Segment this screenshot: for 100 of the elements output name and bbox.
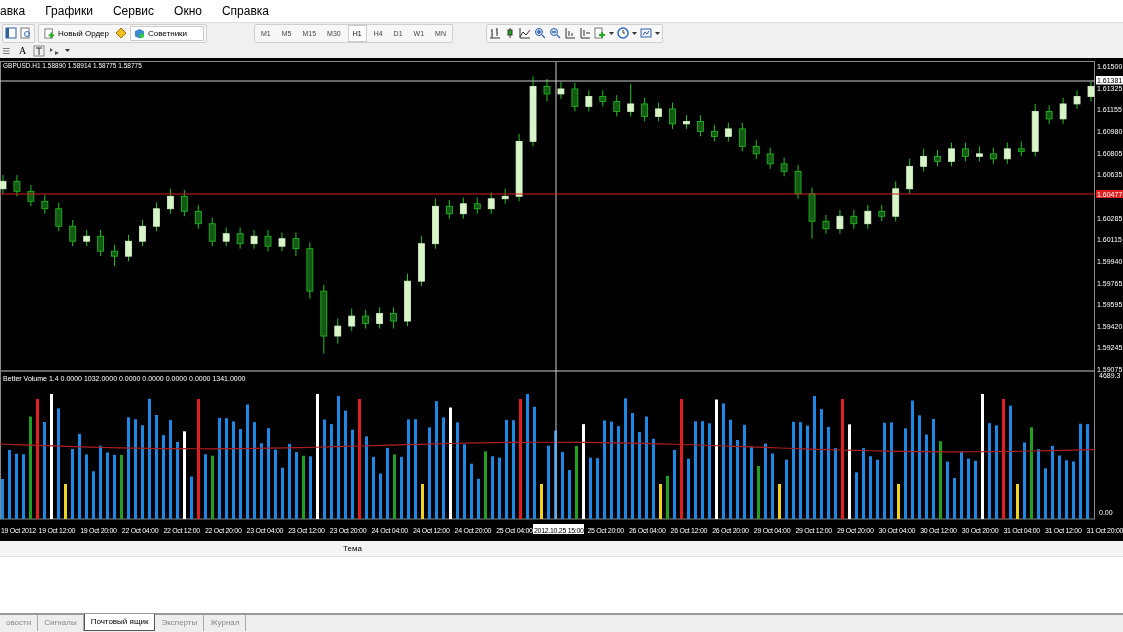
candle bbox=[27, 184, 35, 207]
warning-diamond-icon[interactable] bbox=[115, 27, 127, 39]
candle bbox=[501, 188, 509, 205]
candle bbox=[989, 147, 997, 165]
window-icon[interactable] bbox=[5, 27, 17, 39]
candle bbox=[236, 227, 244, 250]
candle bbox=[752, 139, 760, 160]
candle bbox=[404, 273, 411, 327]
candle bbox=[697, 114, 704, 137]
candle bbox=[766, 147, 774, 170]
candle bbox=[627, 83, 635, 117]
candle bbox=[1045, 104, 1053, 125]
terminal-tab[interactable]: Почтовый ящик bbox=[83, 614, 156, 631]
candle bbox=[250, 229, 258, 250]
candle bbox=[585, 89, 593, 112]
candle bbox=[613, 94, 621, 117]
candle bbox=[599, 89, 607, 107]
cube-icon bbox=[134, 27, 145, 39]
candle bbox=[292, 231, 300, 257]
candle bbox=[418, 235, 425, 287]
candle bbox=[208, 217, 216, 247]
experts-button[interactable]: Советники bbox=[130, 25, 204, 41]
candle bbox=[306, 241, 314, 300]
candle bbox=[557, 80, 565, 100]
candle bbox=[850, 209, 858, 230]
candle bbox=[13, 174, 21, 197]
new-order-button[interactable]: Новый Ордер bbox=[41, 25, 112, 41]
candle bbox=[69, 219, 77, 247]
menu-item[interactable]: Окно bbox=[164, 4, 212, 18]
candle bbox=[111, 244, 118, 267]
candle bbox=[529, 76, 537, 147]
candle bbox=[264, 229, 272, 252]
candle bbox=[836, 209, 844, 235]
candle bbox=[1003, 142, 1011, 165]
zoom-in-icon[interactable] bbox=[533, 27, 546, 39]
bar-chart-icon[interactable] bbox=[488, 27, 501, 39]
candle bbox=[320, 284, 328, 355]
candle bbox=[459, 197, 467, 220]
candle bbox=[738, 122, 746, 152]
candle bbox=[348, 308, 356, 332]
zoom-out-icon[interactable] bbox=[548, 27, 561, 39]
candle bbox=[473, 197, 481, 215]
text-label-icon[interactable] bbox=[33, 44, 46, 57]
caret-icon[interactable] bbox=[608, 31, 614, 35]
candle bbox=[683, 114, 690, 130]
candle bbox=[948, 142, 955, 167]
candle bbox=[167, 188, 174, 215]
candle bbox=[278, 231, 286, 252]
candle bbox=[445, 199, 453, 220]
caret-icon[interactable] bbox=[654, 31, 660, 35]
candle bbox=[669, 102, 676, 130]
candle bbox=[822, 214, 830, 235]
candle bbox=[362, 309, 370, 330]
menu-item[interactable]: Справка bbox=[211, 4, 279, 18]
candle bbox=[0, 174, 7, 195]
template-icon[interactable] bbox=[639, 27, 652, 39]
candle bbox=[1059, 97, 1067, 125]
candle bbox=[808, 187, 816, 240]
candle bbox=[641, 97, 649, 122]
candle bbox=[83, 229, 91, 247]
menu-item[interactable]: авка bbox=[0, 4, 36, 18]
candle bbox=[180, 189, 188, 217]
candle bbox=[390, 306, 397, 330]
candle bbox=[543, 78, 551, 102]
candle bbox=[97, 229, 105, 257]
candle bbox=[55, 202, 63, 232]
caret-icon[interactable] bbox=[65, 49, 71, 52]
candle bbox=[920, 148, 927, 172]
candle bbox=[794, 164, 802, 200]
clock-icon[interactable] bbox=[616, 27, 629, 39]
candle bbox=[571, 82, 579, 112]
column-header[interactable]: Тема bbox=[343, 544, 362, 553]
candle bbox=[878, 204, 886, 222]
candle bbox=[194, 204, 202, 230]
candle bbox=[376, 306, 383, 330]
candle bbox=[41, 194, 49, 215]
candle bbox=[724, 122, 732, 142]
candle bbox=[1073, 89, 1081, 110]
magnifier-document-icon[interactable] bbox=[20, 27, 32, 39]
candle bbox=[334, 318, 342, 345]
line-chart-icon[interactable] bbox=[518, 27, 531, 39]
autoscroll-icon[interactable] bbox=[578, 27, 591, 39]
candle bbox=[1087, 80, 1095, 102]
candle bbox=[1031, 103, 1039, 157]
candle bbox=[222, 227, 230, 247]
menu-item[interactable]: Сервис bbox=[102, 4, 165, 18]
candle bbox=[153, 202, 160, 232]
candle bbox=[487, 192, 495, 215]
candle bbox=[139, 219, 146, 247]
candle bbox=[892, 180, 900, 222]
caret-icon[interactable] bbox=[631, 31, 637, 35]
candle bbox=[655, 102, 662, 122]
menu-item[interactable]: Графики bbox=[35, 4, 103, 18]
candle bbox=[780, 157, 788, 177]
candle bbox=[962, 142, 969, 162]
chart-shift-icon[interactable] bbox=[563, 27, 576, 39]
text-tool-button[interactable]: A bbox=[16, 45, 30, 56]
candle bbox=[1017, 140, 1025, 157]
candle bbox=[976, 145, 983, 162]
candle bbox=[432, 198, 439, 250]
